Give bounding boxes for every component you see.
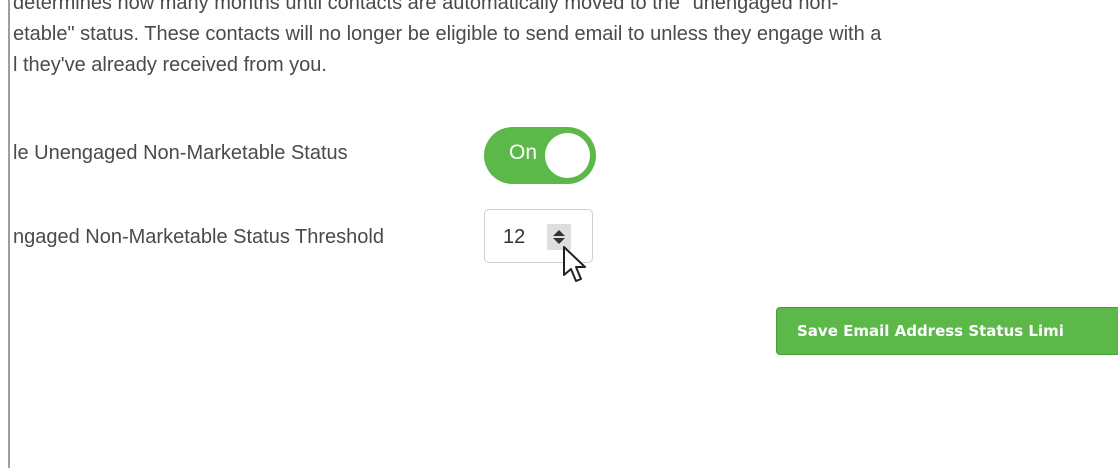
description-line-3: l they've already received from you. [13, 54, 327, 76]
description-text: determines how many months until contact… [13, 0, 1118, 81]
pointer-arrow-icon [563, 246, 586, 282]
threshold-value[interactable]: 12 [503, 226, 525, 249]
toggle-on-text: On [509, 141, 538, 164]
panel-left-border [8, 0, 10, 468]
spin-up-arrow-icon[interactable] [553, 230, 565, 236]
spin-down-arrow-icon[interactable] [553, 238, 565, 244]
enable-unengaged-status-label: le Unengaged Non-Marketable Status [13, 142, 348, 164]
description-line-1: determines how many months until contact… [13, 0, 839, 14]
save-email-address-status-limits-button[interactable]: Save Email Address Status Limi [776, 307, 1118, 355]
toggle-knob [545, 133, 590, 178]
description-line-2: etable" status. These contacts will no l… [13, 23, 882, 45]
threshold-label: ngaged Non-Marketable Status Threshold [13, 226, 384, 248]
unengaged-status-toggle[interactable]: On [484, 127, 596, 184]
